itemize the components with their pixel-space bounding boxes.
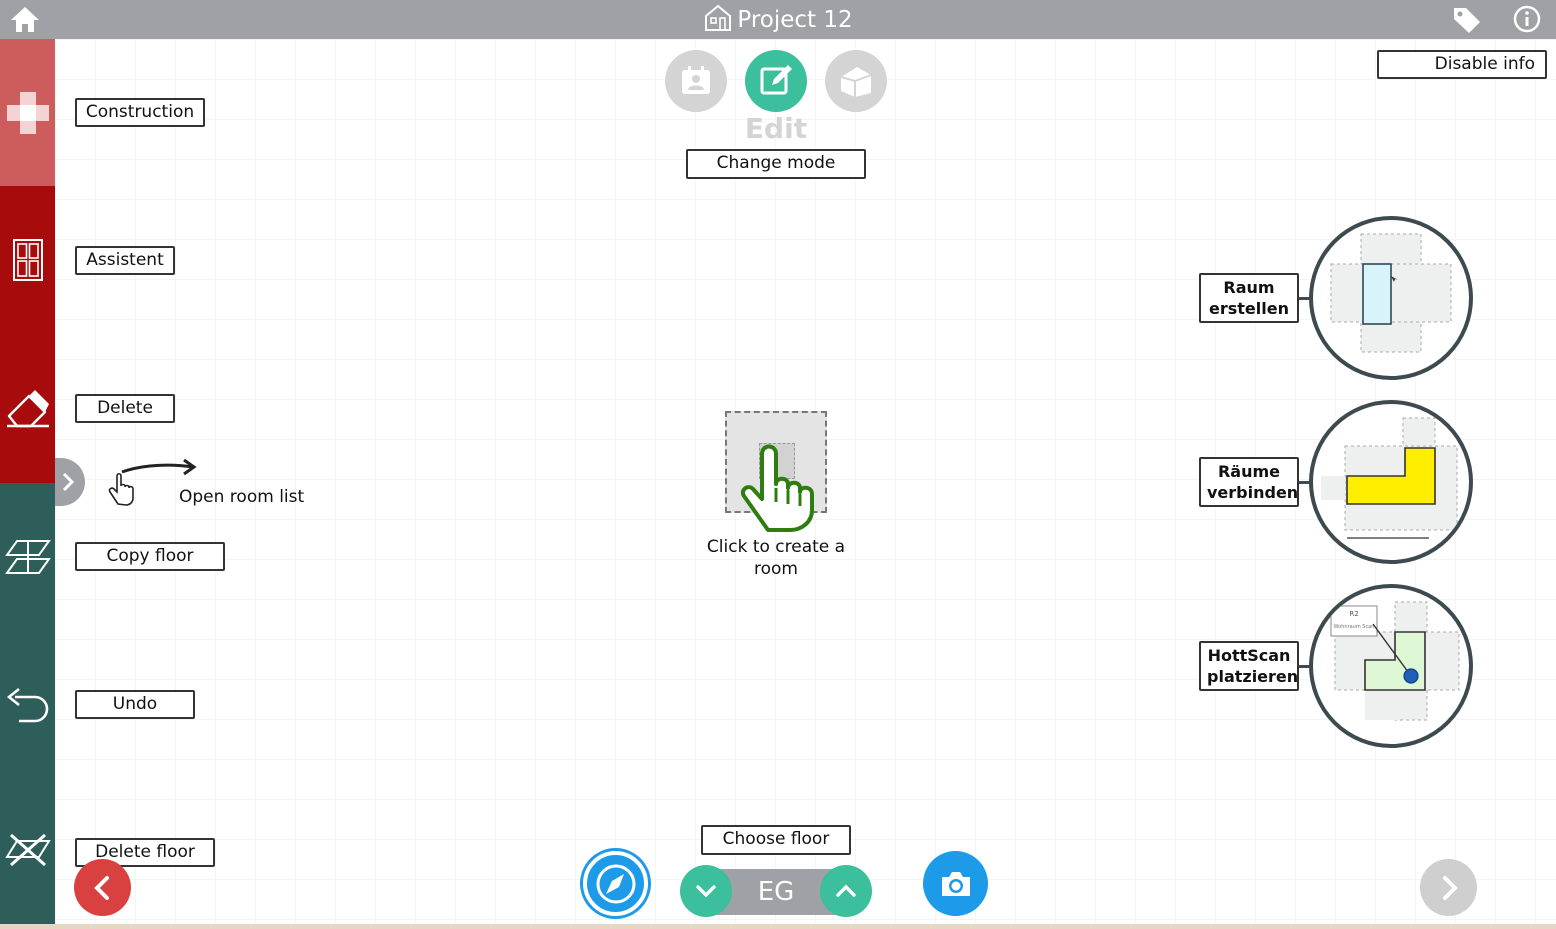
raeume-verbinden-label: Räume verbinden <box>1199 457 1299 507</box>
camera-icon <box>941 871 970 896</box>
chevron-up-icon <box>836 884 856 897</box>
contact-mode-button[interactable] <box>665 50 727 112</box>
chevron-down-icon <box>696 885 716 898</box>
contact-card-icon <box>682 66 710 94</box>
page-title: Project 12 <box>737 7 853 33</box>
eraser-icon <box>6 390 49 428</box>
edit-icon <box>760 65 792 95</box>
tag-icon[interactable] <box>1451 4 1483 34</box>
sidebar <box>0 39 55 924</box>
assistent-label: Assistent <box>75 246 175 275</box>
choose-floor-label: Choose floor <box>701 825 851 855</box>
back-button[interactable] <box>74 859 131 916</box>
disable-info-button[interactable]: Disable info <box>1377 50 1547 79</box>
construction-label: Construction <box>75 98 205 127</box>
chevron-right-icon <box>1442 875 1458 900</box>
3d-mode-button[interactable] <box>825 50 887 112</box>
raum-erstellen-label: Raum erstellen <box>1199 273 1299 323</box>
copy-floor-label: Copy floor <box>75 542 225 571</box>
preview-raeume-verbinden <box>1309 400 1473 564</box>
sidebar-item-construction[interactable] <box>0 39 55 186</box>
top-bar: Project 12 <box>0 0 1556 39</box>
house-icon <box>705 4 732 31</box>
create-room-hint: Click to create a room <box>706 537 846 579</box>
floor-up-button[interactable] <box>820 865 872 917</box>
delete-label: Delete <box>75 394 175 423</box>
open-room-list-hint: Open room list <box>179 487 305 507</box>
plus-icon <box>6 91 49 134</box>
current-floor: EG <box>757 877 795 907</box>
chevron-right-icon <box>62 472 75 492</box>
hottscan-tiny-label-1: R2 <box>1349 610 1358 618</box>
undo-icon <box>6 687 48 722</box>
undo-label: Undo <box>75 690 195 719</box>
delete-floor-icon <box>4 833 51 867</box>
sidebar-item-undo[interactable] <box>0 631 55 778</box>
floor-down-button[interactable] <box>680 865 732 917</box>
window-icon <box>12 238 43 281</box>
tap-hand-icon <box>738 442 816 536</box>
copy-floor-icon <box>4 540 51 574</box>
preview-raum-erstellen <box>1309 216 1473 380</box>
sidebar-item-copy-floor[interactable] <box>0 483 55 631</box>
compass-icon <box>596 864 635 903</box>
chevron-left-icon <box>93 875 109 900</box>
project-title-container: Project 12 <box>0 4 1556 35</box>
compass-button[interactable] <box>583 851 648 916</box>
info-icon[interactable] <box>1511 4 1543 34</box>
current-mode-label: Edit <box>744 112 808 145</box>
bottom-strip <box>0 924 1556 929</box>
hottscan-tiny-label-2: Wohnraum Scan <box>1334 624 1375 630</box>
3d-house-icon <box>840 67 872 97</box>
sidebar-item-delete-floor[interactable] <box>0 778 55 924</box>
next-button[interactable] <box>1420 859 1477 916</box>
edit-mode-button[interactable] <box>745 50 807 112</box>
change-mode-label: Change mode <box>686 149 866 179</box>
hottscan-platzieren-label: HottScan platzieren <box>1199 641 1299 691</box>
open-room-list-button[interactable] <box>55 458 85 506</box>
sidebar-item-delete[interactable] <box>0 333 55 483</box>
camera-button[interactable] <box>923 851 988 916</box>
preview-hottscan-platzieren: R2 Wohnraum Scan <box>1309 584 1473 748</box>
sidebar-item-assistent[interactable] <box>0 186 55 333</box>
